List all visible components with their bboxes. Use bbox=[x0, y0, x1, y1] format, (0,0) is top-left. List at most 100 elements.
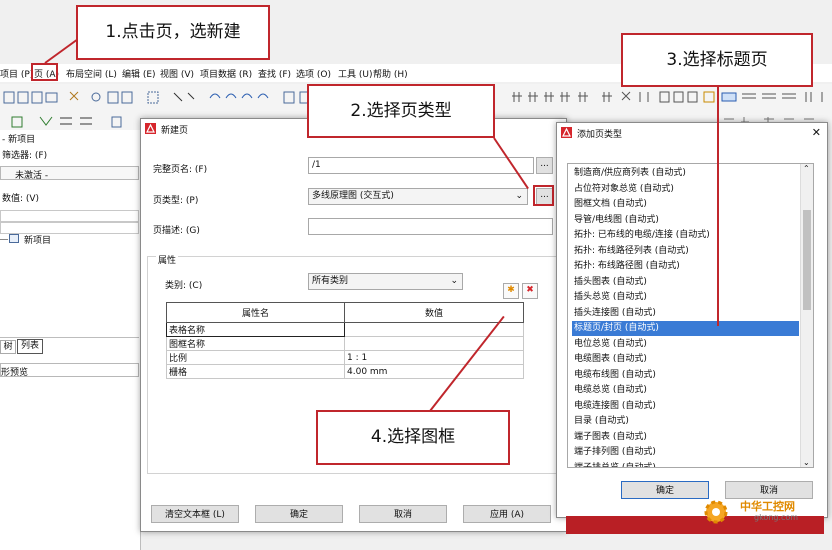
list-item[interactable]: 端子排列图 (自动式) bbox=[572, 445, 799, 460]
ok-button[interactable]: 确定 bbox=[255, 505, 343, 523]
list-item[interactable]: 拓扑: 布线路径图 (自动式) bbox=[572, 259, 799, 274]
tab-list[interactable]: 列表 bbox=[17, 339, 43, 354]
menu-tools[interactable]: 工具 (U) bbox=[338, 67, 372, 80]
page-description-field[interactable] bbox=[308, 218, 553, 235]
table-cell[interactable]: 1 : 1 bbox=[344, 350, 524, 365]
add-page-type-title: 添加页类型 bbox=[577, 130, 623, 140]
full-page-name-field[interactable]: /1 bbox=[308, 157, 534, 174]
list-item[interactable]: 占位符对象总览 (自动式) bbox=[572, 182, 799, 197]
apply-button[interactable]: 应用 (A) bbox=[463, 505, 551, 523]
preview-bar: 形预览 bbox=[0, 363, 139, 378]
table-cell[interactable]: 表格名称 bbox=[166, 322, 345, 337]
annotation-step-3: 3.选择标题页 bbox=[621, 33, 813, 87]
list-item[interactable]: 拓扑: 布线路径列表 (自动式) bbox=[572, 244, 799, 259]
list-item[interactable]: 制造商/供应商列表 (自动式) bbox=[572, 166, 799, 181]
value-field[interactable] bbox=[0, 210, 139, 222]
list-item[interactable]: 电缆连接图 (自动式) bbox=[572, 399, 799, 414]
preview-label: 形预览 bbox=[1, 368, 29, 378]
category-label: 类别: (C) bbox=[165, 281, 203, 291]
filter-value: 未激活 - bbox=[15, 171, 49, 181]
page-type-list: 制造商/供应商列表 (自动式) 占位符对象总览 (自动式) 图框文档 (自动式) 导管… bbox=[567, 163, 814, 468]
table-row[interactable]: 栅格 4.00 mm bbox=[166, 364, 524, 379]
scroll-down-icon[interactable]: ⌄ bbox=[803, 458, 810, 467]
tab-list-label: 列表 bbox=[20, 341, 39, 351]
chevron-down-icon: ⌄ bbox=[450, 276, 458, 286]
list-item[interactable]: 目录 (自动式) bbox=[572, 414, 799, 429]
menu-layout-space[interactable]: 布局空间 (L) bbox=[66, 67, 117, 80]
table-cell[interactable]: 栅格 bbox=[166, 364, 345, 379]
menu-project[interactable]: 项目 (P) bbox=[0, 67, 33, 80]
list-item[interactable]: 标题页/封页 (自动式) bbox=[572, 321, 799, 336]
list-item[interactable]: 插头总览 (自动式) bbox=[572, 290, 799, 305]
watermark: 中华工控网 gkong.com bbox=[700, 496, 825, 528]
eplan-app-icon bbox=[145, 123, 156, 134]
annotation-step-2: 2.选择页类型 bbox=[307, 84, 495, 138]
add-page-type-dialog: 添加页类型 ✕ 制造商/供应商列表 (自动式) 占位符对象总览 (自动式) 图框文档… bbox=[556, 122, 828, 518]
menu-view[interactable]: 视图 (V) bbox=[160, 67, 194, 80]
category-dropdown[interactable]: 所有类别 ⌄ bbox=[308, 273, 463, 290]
filter-dropdown[interactable]: 未激活 - bbox=[0, 166, 139, 181]
new-page-title: 新建页 bbox=[161, 126, 189, 136]
gear-icon bbox=[704, 500, 728, 524]
tree-item-new-project[interactable]: 新项目 bbox=[0, 233, 139, 246]
page-type-dropdown[interactable]: 多线原理图 (交互式) ⌄ bbox=[308, 188, 528, 205]
scrollbar-thumb[interactable] bbox=[803, 210, 811, 310]
close-icon[interactable]: ✕ bbox=[812, 126, 821, 139]
menu-find[interactable]: 查找 (F) bbox=[258, 67, 291, 80]
new-page-dialog: 新建页 完整页名: (F) /1 ... 页类型: (P) 多线原理图 (交互式… bbox=[140, 118, 567, 532]
new-attribute-icon[interactable]: ✱ bbox=[503, 283, 519, 299]
attributes-group-label: 属性 bbox=[156, 253, 179, 266]
tree-item-label: 新项目 bbox=[24, 236, 52, 246]
cancel-button[interactable]: 取消 bbox=[359, 505, 447, 523]
full-name-browse-button[interactable]: ... bbox=[536, 157, 553, 174]
clear-textbox-button[interactable]: 清空文本框 (L) bbox=[151, 505, 239, 523]
list-item[interactable]: 端子图表 (自动式) bbox=[572, 430, 799, 445]
watermark-name: 中华工控网 bbox=[740, 500, 795, 513]
tab-tree[interactable]: 树 bbox=[0, 340, 16, 354]
list-item[interactable]: 插头连接图 (自动式) bbox=[572, 306, 799, 321]
page-menu-highlight bbox=[31, 63, 58, 81]
list-item[interactable]: 电缆总览 (自动式) bbox=[572, 383, 799, 398]
watermark-url: gkong.com bbox=[754, 513, 799, 522]
menu-help[interactable]: 帮助 (H) bbox=[373, 67, 408, 80]
table-cell[interactable]: 图框名称 bbox=[166, 336, 345, 351]
table-row[interactable]: 图框名称 bbox=[166, 336, 524, 351]
category-value: 所有类别 bbox=[312, 276, 349, 286]
menu-project-data[interactable]: 项目数据 (R) bbox=[200, 67, 252, 80]
list-item[interactable]: 端子排总览 (自动式) bbox=[572, 461, 799, 468]
list-item[interactable]: 电缆图表 (自动式) bbox=[572, 352, 799, 367]
list-item[interactable]: 图框文档 (自动式) bbox=[572, 197, 799, 212]
full-page-name-label: 完整页名: (F) bbox=[153, 165, 208, 175]
property-table-header: 属性名 数值 bbox=[166, 302, 524, 323]
add-page-type-titlebar: 添加页类型 ✕ bbox=[557, 123, 827, 143]
table-cell[interactable]: 比例 bbox=[166, 350, 345, 365]
ok-button[interactable]: 确定 bbox=[621, 481, 709, 499]
delete-attribute-icon[interactable]: ✖ bbox=[522, 283, 538, 299]
browse-button-highlight bbox=[533, 185, 554, 206]
property-table: 属性名 数值 表格名称 图框名称 比例 1 : 1 栅格 4.00 mm bbox=[166, 302, 524, 379]
page-type-label: 页类型: (P) bbox=[153, 196, 199, 206]
scrollbar[interactable]: ⌃ ⌄ bbox=[800, 164, 813, 467]
menu-edit[interactable]: 编辑 (E) bbox=[122, 67, 156, 80]
page-type-value: 多线原理图 (交互式) bbox=[312, 191, 394, 201]
table-row[interactable]: 表格名称 bbox=[166, 322, 524, 337]
annotation-step-1: 1.点击页，选新建 bbox=[76, 5, 270, 60]
panel-title: - 新项目 bbox=[2, 135, 36, 145]
tree-connector bbox=[0, 239, 8, 240]
list-item[interactable]: 插头图表 (自动式) bbox=[572, 275, 799, 290]
list-item[interactable]: 电位总览 (自动式) bbox=[572, 337, 799, 352]
list-item[interactable]: 拓扑: 已布线的电缆/连接 (自动式) bbox=[572, 228, 799, 243]
project-navigator-panel: - 新项目 筛选器: (F) 未激活 - 数值: (V) 新项目 树 列表 形预… bbox=[0, 130, 141, 550]
chevron-down-icon: ⌄ bbox=[515, 191, 523, 201]
project-icon bbox=[9, 234, 19, 243]
scroll-up-icon[interactable]: ⌃ bbox=[803, 164, 810, 173]
table-cell[interactable] bbox=[344, 336, 524, 351]
list-item[interactable]: 导管/电线图 (自动式) bbox=[572, 213, 799, 228]
list-item[interactable]: 电缆布线图 (自动式) bbox=[572, 368, 799, 383]
annotation-step-4: 4.选择图框 bbox=[316, 410, 510, 465]
table-cell[interactable]: 4.00 mm bbox=[344, 364, 524, 379]
column-header-name: 属性名 bbox=[166, 302, 345, 323]
column-header-value: 数值 bbox=[344, 302, 524, 323]
menu-options[interactable]: 选项 (O) bbox=[296, 67, 331, 80]
eplan-app-icon bbox=[561, 127, 572, 138]
